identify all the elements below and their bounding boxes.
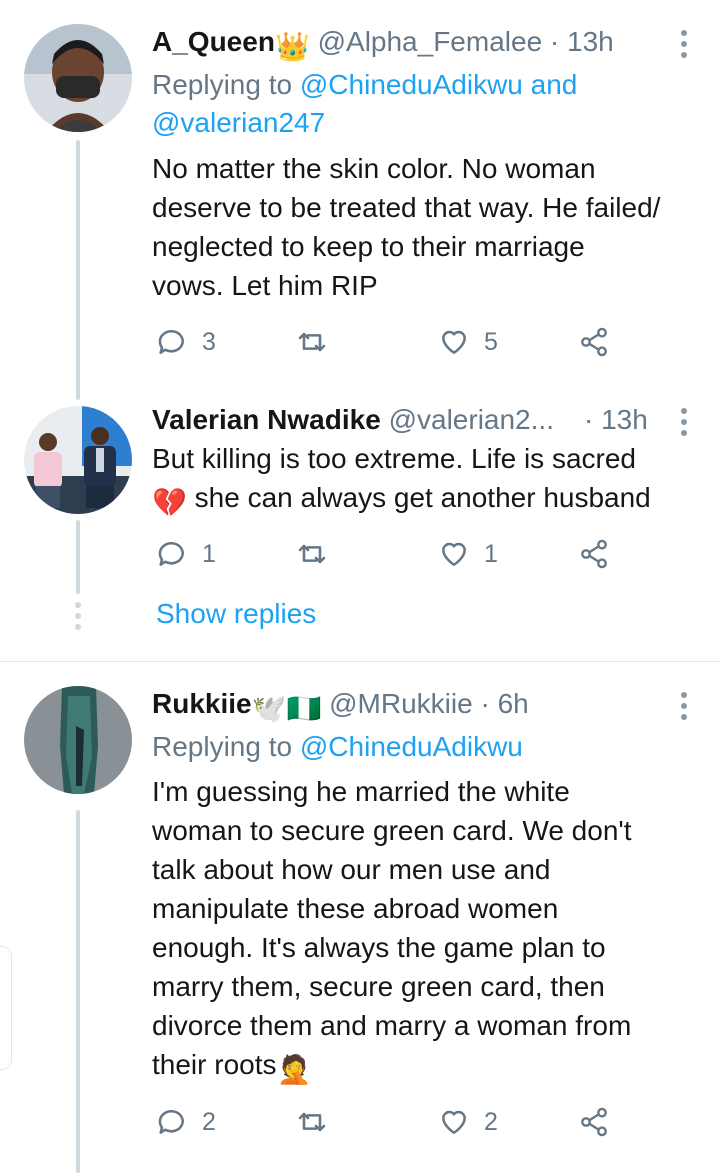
- reply-icon: [158, 542, 184, 566]
- replying-prefix: Replying to: [152, 731, 293, 762]
- show-replies-link[interactable]: Show replies: [156, 598, 316, 630]
- timestamp: 13h: [601, 404, 648, 435]
- avatar-a-queen[interactable]: [24, 24, 132, 132]
- avatar-rukkiie[interactable]: [24, 686, 132, 794]
- tweet-text: I'm guessing he married the white woman …: [152, 772, 690, 1089]
- text-line: woman to secure green card. We don't: [152, 815, 632, 846]
- text-line: their roots🤦: [152, 1045, 690, 1089]
- retweet-button[interactable]: [296, 534, 342, 574]
- tweet-text: No matter the skin color. No woman deser…: [152, 149, 690, 305]
- like-button[interactable]: 2: [438, 1102, 498, 1142]
- tweet-header: Rukkiie🕊️🇳🇬 @MRukkiie · 6h: [152, 686, 660, 727]
- separator-dot: ·: [549, 26, 560, 57]
- avatar-valerian-nwadike[interactable]: [24, 406, 132, 514]
- text-line: No matter the skin color. No woman: [152, 153, 596, 184]
- thread-line: [76, 810, 80, 1173]
- text-line-content: their roots: [152, 1049, 277, 1080]
- text-line: manipulate these abroad women: [152, 893, 559, 924]
- reply-icon: [158, 1110, 184, 1134]
- more-options-icon[interactable]: [678, 408, 690, 436]
- replying-to: Replying to @ChineduAdikwu and @valerian…: [152, 66, 680, 142]
- like-count: 5: [484, 327, 498, 356]
- reply-count: 3: [202, 327, 216, 356]
- facepalm-emoji: 🤦: [276, 1054, 312, 1085]
- tweet-actions: 1 1: [152, 534, 622, 574]
- like-button[interactable]: 5: [438, 322, 498, 362]
- mention-link[interactable]: @ChineduAdikwu: [300, 69, 523, 100]
- reply-icon: [158, 330, 184, 354]
- crown-emoji: 👑: [274, 31, 310, 62]
- text-line: marry them, secure green card, then: [152, 971, 605, 1002]
- reply-count: 2: [202, 1107, 216, 1136]
- text-line: divorce them and marry a woman from: [152, 1010, 632, 1041]
- share-icon: [581, 539, 607, 569]
- text-line: vows. Let him RIP: [152, 270, 378, 301]
- text-line: deserve to be treated that way. He faile…: [152, 192, 661, 223]
- share-icon: [581, 327, 607, 357]
- retweet-icon: [298, 332, 326, 352]
- more-options-icon[interactable]: [678, 30, 690, 58]
- timestamp: 13h: [567, 26, 614, 57]
- thread-continuation-dots: [74, 602, 82, 630]
- reply-button[interactable]: 2: [156, 1102, 216, 1142]
- tweet-header: Valerian Nwadike @valerian2...: [152, 402, 630, 438]
- display-name[interactable]: Valerian Nwadike: [152, 404, 381, 435]
- tweet-text: But killing is too extreme. Life is sacr…: [152, 439, 690, 522]
- display-name[interactable]: Rukkiie: [152, 688, 252, 719]
- tweet-header: A_Queen👑 @Alpha_Femalee · 13h: [152, 24, 660, 65]
- like-button[interactable]: 1: [438, 534, 498, 574]
- separator-dot: ·: [480, 688, 490, 719]
- mention-link[interactable]: @valerian247: [152, 107, 325, 138]
- retweet-button[interactable]: [296, 1102, 342, 1142]
- reply-button[interactable]: 1: [156, 534, 216, 574]
- tweet-valerian-nwadike[interactable]: Valerian Nwadike @valerian2... · 13h But…: [0, 400, 720, 662]
- tweet-actions: 3 5: [152, 322, 622, 362]
- reply-count: 1: [202, 539, 216, 568]
- text-line: 💔 she can always get another husband: [152, 478, 690, 522]
- tweet-actions: 2 2: [152, 1102, 622, 1142]
- text-line-content: she can always get another husband: [194, 482, 651, 513]
- text-line: talk about how our men use and: [152, 854, 551, 885]
- replying-to: Replying to @ChineduAdikwu: [152, 728, 680, 766]
- like-icon: [442, 1110, 466, 1134]
- retweet-button[interactable]: [296, 322, 342, 362]
- thread-line: [76, 520, 80, 594]
- replying-prefix: Replying to: [152, 69, 293, 100]
- retweet-icon: [298, 544, 326, 564]
- tweet-rukkiie[interactable]: Rukkiie🕊️🇳🇬 @MRukkiie · 6h Replying to @…: [0, 662, 720, 1173]
- share-button[interactable]: [578, 1102, 610, 1142]
- tweet-a-queen[interactable]: A_Queen👑 @Alpha_Femalee · 13h Replying t…: [0, 0, 720, 400]
- more-options-icon[interactable]: [678, 692, 690, 720]
- user-handle[interactable]: @Alpha_Femalee: [318, 26, 543, 57]
- user-handle[interactable]: @valerian2...: [389, 404, 554, 435]
- broken-heart-emoji: 💔: [152, 487, 187, 518]
- text-line: enough. It's always the game plan to: [152, 932, 606, 963]
- timestamp: 6h: [497, 688, 529, 719]
- thread-line: [76, 140, 80, 400]
- text-line: I'm guessing he married the white: [152, 776, 570, 807]
- share-button[interactable]: [578, 534, 610, 574]
- share-button[interactable]: [578, 322, 610, 362]
- user-handle[interactable]: @MRukkiie: [329, 688, 473, 719]
- like-icon: [442, 542, 466, 566]
- text-line: neglected to keep to their marriage: [152, 231, 585, 262]
- like-count: 1: [484, 539, 498, 568]
- timestamp-group: · 13h: [584, 402, 670, 438]
- reply-button[interactable]: 3: [156, 322, 216, 362]
- text-line: But killing is too extreme. Life is sacr…: [152, 443, 636, 474]
- retweet-icon: [298, 1112, 326, 1132]
- share-icon: [581, 1107, 607, 1137]
- side-drawer-handle[interactable]: [0, 946, 12, 1070]
- separator-dot: ·: [584, 404, 594, 435]
- mention-link[interactable]: @ChineduAdikwu: [300, 731, 523, 762]
- display-name[interactable]: A_Queen: [152, 26, 275, 57]
- replying-and[interactable]: and: [531, 69, 578, 100]
- like-count: 2: [484, 1107, 498, 1136]
- like-icon: [442, 330, 466, 354]
- dove-flag-emoji: 🕊️🇳🇬: [251, 693, 322, 724]
